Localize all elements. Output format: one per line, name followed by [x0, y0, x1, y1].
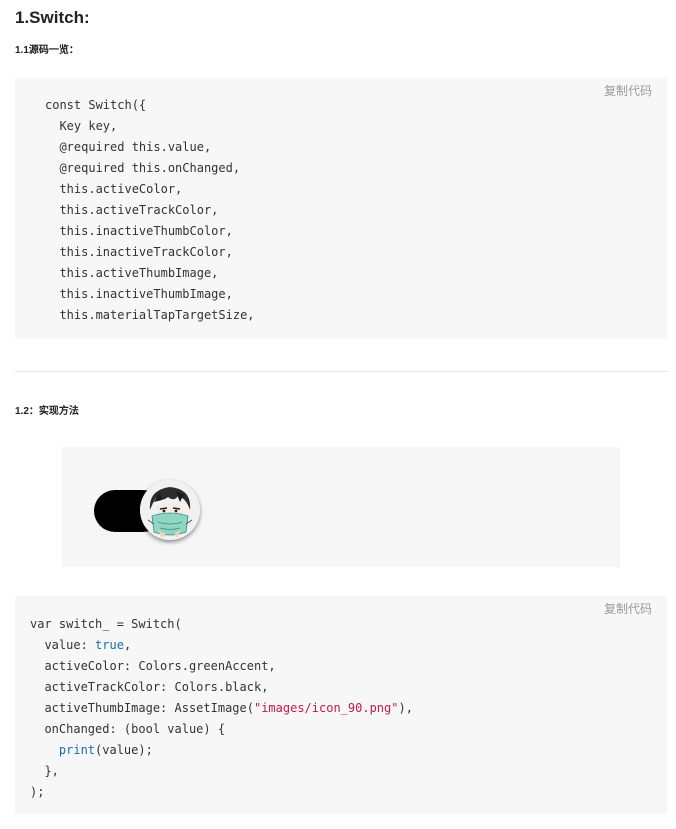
code-line: );: [30, 785, 45, 799]
code-line: this.activeColor,: [45, 182, 183, 196]
code-token: ,: [123, 638, 132, 652]
code-line: @required this.value,: [45, 140, 212, 154]
divider: [15, 371, 667, 372]
switch-demo-panel: [62, 447, 620, 567]
code-block-source[interactable]: 复制代码 const Switch({ Key key, @required t…: [15, 78, 667, 339]
avatar-icon: [140, 480, 200, 540]
code-line: activeTrackColor: Colors.black,: [30, 680, 269, 694]
code-line: value: true,: [30, 636, 131, 654]
code-token: value:: [30, 638, 96, 652]
code-line: var switch_ = Switch(: [30, 617, 182, 631]
code-line: activeColor: Colors.greenAccent,: [30, 659, 276, 673]
code-line: @required this.onChanged,: [45, 161, 241, 175]
code-line: Key key,: [45, 119, 118, 133]
page-title: 1.Switch:: [15, 8, 90, 27]
code-token: activeThumbImage: AssetImage(: [30, 701, 254, 715]
code-keyword: true: [95, 638, 124, 652]
code-line: },: [30, 764, 59, 778]
code-line: this.inactiveThumbColor,: [45, 224, 233, 238]
code-token: ),: [398, 701, 413, 715]
code-token: (value);: [95, 743, 153, 757]
code-string: "images/icon_90.png": [253, 701, 399, 715]
section-title-implementation: 1.2：实现方法: [15, 406, 79, 417]
switch-thumb[interactable]: [140, 480, 200, 540]
section-title-source: 1.1源码一览：: [15, 45, 79, 56]
code-line: const Switch({: [45, 98, 147, 112]
code-line: this.activeThumbImage,: [45, 266, 219, 280]
code-keyword: print: [58, 743, 96, 757]
code-line: print(value);: [30, 741, 153, 759]
code-line: this.inactiveTrackColor,: [45, 245, 233, 259]
copy-code-button[interactable]: 复制代码: [604, 600, 652, 617]
code-line: this.materialTapTargetSize,: [45, 308, 255, 322]
copy-code-button[interactable]: 复制代码: [604, 82, 652, 99]
code-line: activeThumbImage: AssetImage("images/ico…: [30, 699, 413, 717]
code-line: onChanged: (bool value) {: [30, 722, 226, 736]
code-block-implementation[interactable]: 复制代码 var switch_ = Switch( value: true, …: [15, 596, 667, 814]
code-line: this.inactiveThumbImage,: [45, 287, 233, 301]
code-line: this.activeTrackColor,: [45, 203, 219, 217]
